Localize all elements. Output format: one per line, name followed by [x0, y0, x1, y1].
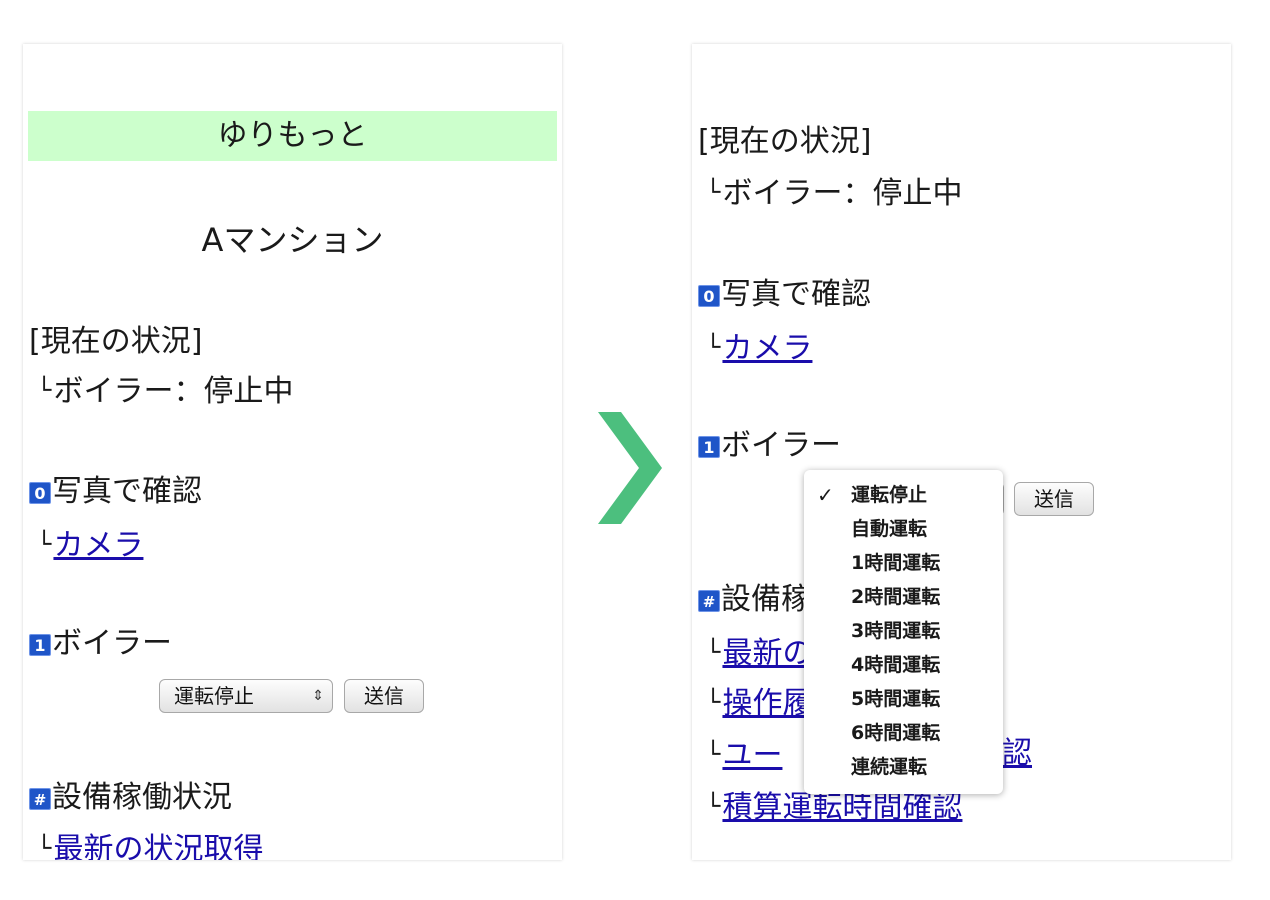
user-confirm-link-tail[interactable]: 認 — [1002, 734, 1032, 774]
boiler-section-heading: 1 ボイラー — [29, 624, 172, 664]
boiler-heading-label: ボイラー — [721, 428, 841, 463]
dropdown-option[interactable]: ✓ 運転停止 — [804, 478, 1003, 512]
boiler-heading-label: ボイラー — [52, 626, 172, 661]
camera-link[interactable]: カメラ — [722, 331, 812, 366]
boiler-mode-select[interactable]: 運転停止 ⇕ — [159, 679, 333, 713]
tree-corner-icon: └ — [706, 178, 721, 206]
user-confirm-row: └ユー — [706, 734, 782, 776]
tree-corner-icon: └ — [706, 688, 721, 716]
photo-section-heading: 0 写真で確認 — [29, 472, 202, 512]
status-heading: [現在の状況] — [698, 124, 872, 159]
status-line: └ボイラー：停止中 — [37, 370, 293, 412]
tree-corner-icon: └ — [706, 333, 721, 361]
app-title-banner: ゆりもっと — [28, 111, 557, 161]
key-1-icon: 1 — [698, 436, 720, 458]
tree-corner-icon: └ — [37, 834, 52, 860]
option-label: 自動運転 — [851, 518, 928, 540]
latest-status-link[interactable]: 最新の状況取得 — [53, 832, 263, 860]
key-hash-icon: # — [29, 788, 51, 810]
equipment-section-heading: # 設備稼 — [698, 580, 811, 620]
status-heading: [現在の状況] — [29, 324, 203, 359]
option-label: 6時間運転 — [851, 722, 941, 744]
key-hash-icon: # — [698, 590, 720, 612]
option-label: 2時間運転 — [851, 586, 941, 608]
photo-section-heading: 0 写真で確認 — [698, 275, 871, 315]
dropdown-option[interactable]: 1時間運転 — [804, 546, 1003, 580]
dropdown-option[interactable]: 6時間運転 — [804, 716, 1003, 750]
key-0-icon: 0 — [29, 482, 51, 504]
tree-corner-icon: └ — [706, 792, 721, 820]
cumulative-time-link[interactable]: 積算運転時間確認 — [722, 790, 962, 825]
latest-status-link[interactable]: 最新の — [722, 636, 812, 671]
camera-link[interactable]: カメラ — [53, 528, 143, 563]
equipment-heading-label: 設備稼働状況 — [52, 780, 232, 815]
operation-history-link[interactable]: 操作履 — [722, 686, 812, 721]
phone-screen-before: ゆりもっと Aマンション [現在の状況] └ボイラー：停止中 0 写真で確認 └カ… — [23, 44, 562, 860]
tree-corner-icon: └ — [706, 638, 721, 666]
dropdown-option[interactable]: 連続運転 — [804, 750, 1003, 784]
photo-heading-label: 写真で確認 — [52, 474, 202, 509]
status-line: └ボイラー：停止中 — [706, 172, 962, 214]
dropdown-option[interactable]: 3時間運転 — [804, 614, 1003, 648]
key-0-icon: 0 — [698, 285, 720, 307]
camera-row: └カメラ — [706, 327, 812, 369]
option-label: 1時間運転 — [851, 552, 941, 574]
option-label: 4時間運転 — [851, 654, 941, 676]
option-label: 3時間運転 — [851, 620, 941, 642]
option-label: 連続運転 — [851, 756, 928, 778]
equipment-heading-label: 設備稼 — [721, 582, 811, 617]
dropdown-option[interactable]: 2時間運転 — [804, 580, 1003, 614]
latest-status-row: └最新の — [706, 632, 812, 674]
dropdown-option[interactable]: 4時間運転 — [804, 648, 1003, 682]
equipment-section-heading: # 設備稼働状況 — [29, 778, 232, 818]
photo-heading-label: 写真で確認 — [721, 277, 871, 312]
boiler-section-heading: 1 ボイラー — [698, 426, 841, 466]
tree-corner-icon: └ — [37, 530, 52, 558]
check-icon: ✓ — [817, 483, 834, 507]
tree-corner-icon: └ — [706, 740, 721, 768]
send-button[interactable]: 送信 — [344, 679, 424, 713]
dropdown-option[interactable]: 5時間運転 — [804, 682, 1003, 716]
tree-corner-icon: └ — [37, 376, 52, 404]
select-arrows-icon: ⇕ — [312, 688, 324, 704]
boiler-status-text: ボイラー：停止中 — [53, 374, 294, 409]
building-name: Aマンション — [201, 221, 384, 259]
boiler-mode-dropdown: ✓ 運転停止 自動運転 1時間運転 2時間運転 3時間運転 4時間運転 5時間運… — [804, 470, 1003, 794]
latest-status-row: └最新の状況取得 — [37, 828, 263, 860]
key-1-icon: 1 — [29, 634, 51, 656]
option-label: 5時間運転 — [851, 688, 941, 710]
send-button[interactable]: 送信 — [1014, 482, 1094, 516]
user-confirm-link[interactable]: ユー — [722, 738, 782, 773]
camera-row: └カメラ — [37, 524, 143, 566]
operation-history-row: └操作履 — [706, 682, 812, 724]
boiler-mode-select-value: 運転停止 — [174, 684, 254, 708]
dropdown-option[interactable]: 自動運転 — [804, 512, 1003, 546]
option-label: 運転停止 — [851, 484, 928, 506]
boiler-status-text: ボイラー：停止中 — [722, 176, 963, 211]
chevron-right-icon — [598, 412, 662, 524]
